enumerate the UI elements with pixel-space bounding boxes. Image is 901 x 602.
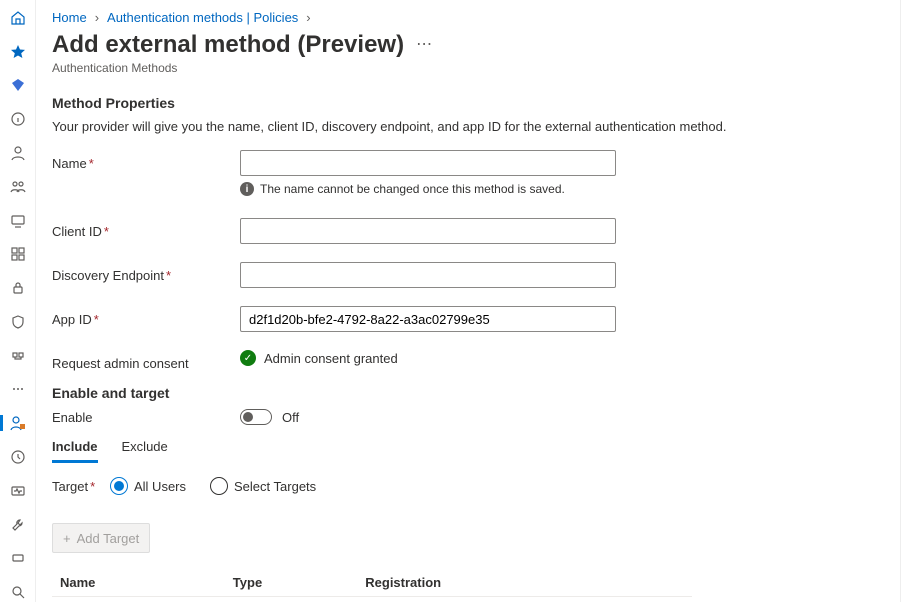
app-id-input[interactable] (240, 306, 616, 332)
info-icon: i (240, 182, 254, 196)
nav-user-auth-icon[interactable] (0, 413, 36, 433)
nav-clock-icon[interactable] (0, 447, 36, 467)
name-hint-text: The name cannot be changed once this met… (260, 182, 565, 196)
nav-home-icon[interactable] (0, 8, 36, 28)
discovery-input[interactable] (240, 262, 616, 288)
page-subtitle: Authentication Methods (52, 61, 876, 75)
page-title: Add external method (Preview) (52, 31, 404, 59)
check-icon: ✓ (240, 350, 256, 366)
consent-label: Request admin consent (52, 350, 240, 371)
radio-select-targets[interactable]: Select Targets (210, 477, 316, 495)
add-target-button: + Add Target (52, 523, 150, 553)
chevron-right-icon: › (306, 10, 310, 25)
enable-target-heading: Enable and target (52, 385, 876, 401)
table-row: All Users Group Optional ▾ (52, 597, 692, 602)
client-id-input[interactable] (240, 218, 616, 244)
client-id-label: Client ID* (52, 218, 240, 239)
nav-org-icon[interactable] (0, 346, 36, 366)
nav-more-icon[interactable] (0, 380, 36, 400)
nav-docs-icon[interactable] (0, 549, 36, 569)
th-registration: Registration (357, 569, 652, 597)
th-type: Type (225, 569, 357, 597)
nav-apps-icon[interactable] (0, 244, 36, 264)
breadcrumb-home[interactable]: Home (52, 10, 87, 25)
nav-user-icon[interactable] (0, 143, 36, 163)
main-content: Home › Authentication methods | Policies… (36, 0, 900, 602)
tab-include[interactable]: Include (52, 435, 98, 463)
method-properties-intro: Your provider will give you the name, cl… (52, 119, 876, 134)
target-tabs: Include Exclude (52, 435, 876, 463)
nav-wrench-icon[interactable] (0, 515, 36, 535)
name-label: Name* (52, 150, 240, 171)
breadcrumb: Home › Authentication methods | Policies… (52, 10, 876, 25)
nav-favorites-icon[interactable] (0, 42, 36, 62)
method-properties-heading: Method Properties (52, 95, 876, 111)
left-nav-rail (0, 0, 36, 602)
target-label: Target* (52, 479, 110, 494)
nav-search-icon[interactable] (0, 582, 36, 602)
cell-name: All Users (52, 597, 225, 602)
enable-toggle[interactable] (240, 409, 272, 425)
enable-label: Enable (52, 410, 240, 425)
discovery-label: Discovery Endpoint* (52, 262, 240, 283)
name-input[interactable] (240, 150, 616, 176)
tab-exclude[interactable]: Exclude (122, 435, 168, 463)
nav-shield-icon[interactable] (0, 312, 36, 332)
breadcrumb-policies[interactable]: Authentication methods | Policies (107, 10, 298, 25)
targets-table: Name Type Registration All Users Group O… (52, 569, 692, 602)
nav-diamond-icon[interactable] (0, 76, 36, 96)
nav-info-icon[interactable] (0, 109, 36, 129)
consent-status-text: Admin consent granted (264, 351, 398, 366)
nav-users-icon[interactable] (0, 177, 36, 197)
app-id-label: App ID* (52, 306, 240, 327)
cell-type: Group (225, 597, 357, 602)
chevron-right-icon: › (95, 10, 99, 25)
plus-icon: + (63, 531, 71, 546)
enable-state-text: Off (282, 410, 299, 425)
more-actions-icon[interactable]: ⋯ (416, 34, 432, 54)
nav-health-icon[interactable] (0, 481, 36, 501)
nav-lock-icon[interactable] (0, 278, 36, 298)
nav-device-icon[interactable] (0, 211, 36, 231)
radio-all-users[interactable]: All Users (110, 477, 186, 495)
th-name: Name (52, 569, 225, 597)
